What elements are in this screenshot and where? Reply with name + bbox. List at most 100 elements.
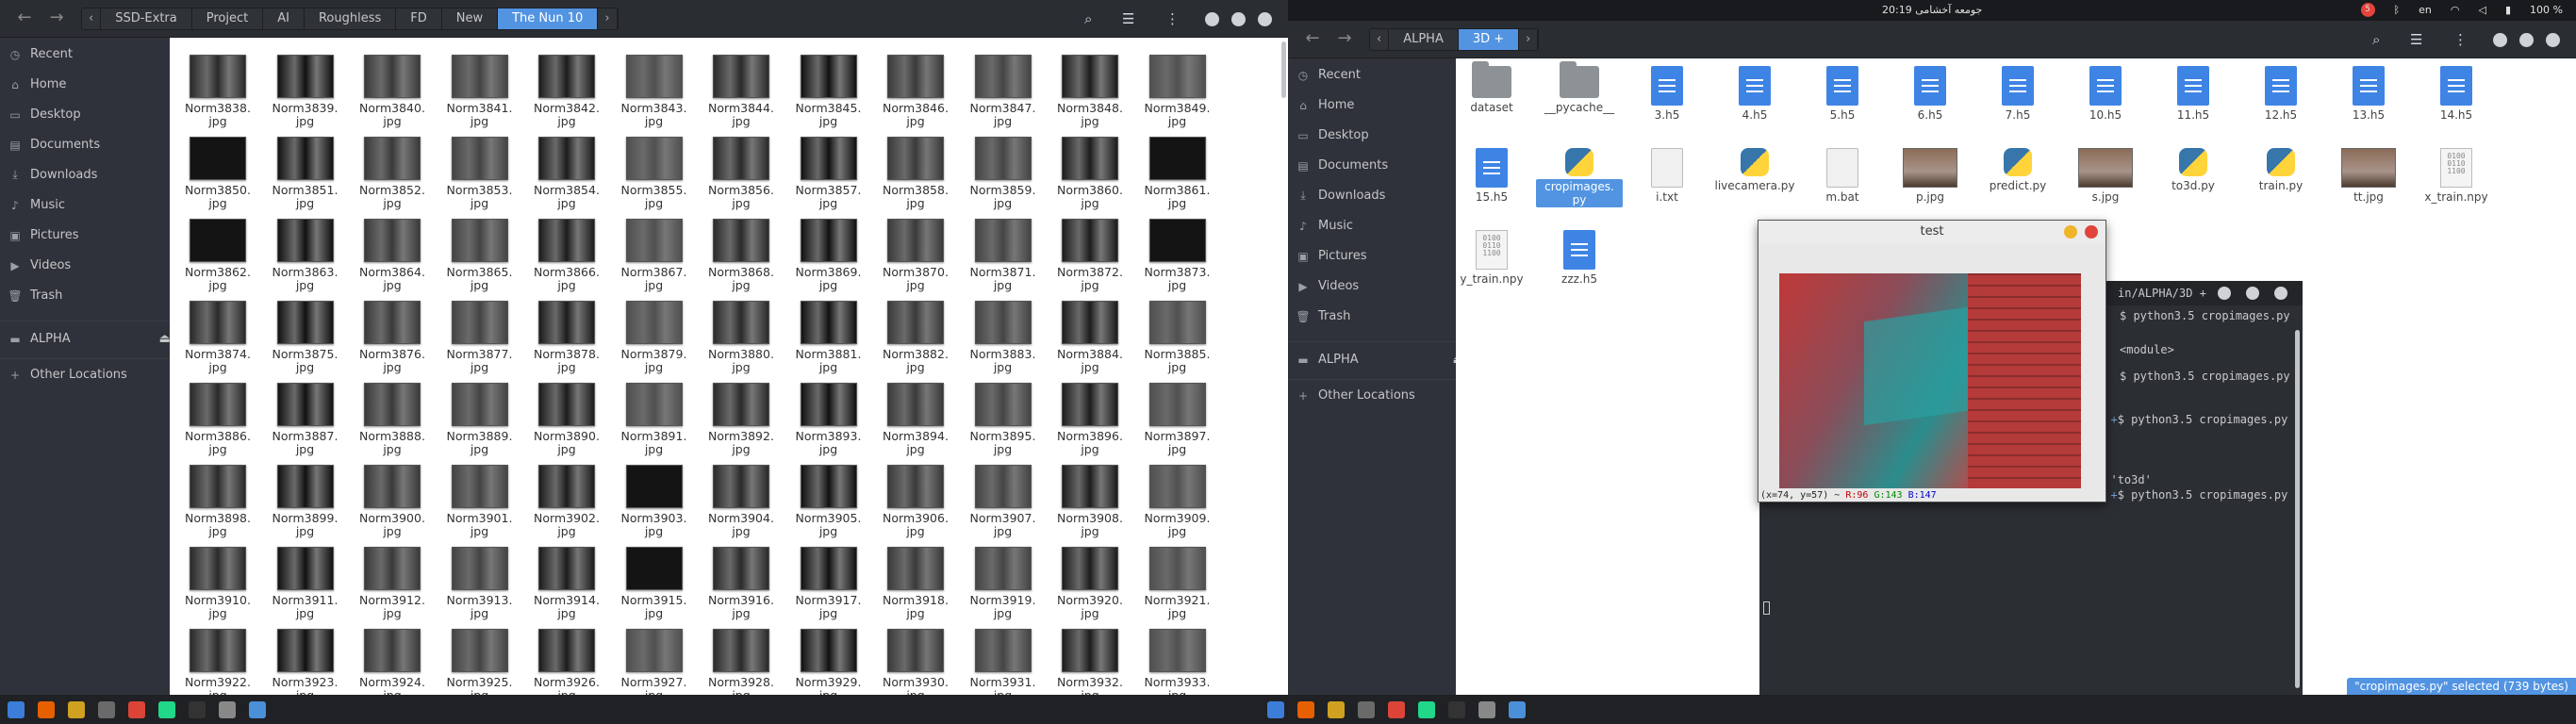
file-item[interactable]: Norm3854. jpg bbox=[523, 137, 610, 218]
sidebar-item-music[interactable]: ♪ Music bbox=[1296, 219, 1353, 233]
file-item[interactable]: Norm3850. jpg bbox=[174, 137, 261, 218]
file-item[interactable]: Norm3852. jpg bbox=[349, 137, 436, 218]
file-item[interactable]: __pycache__ bbox=[1536, 61, 1623, 141]
wifi-icon[interactable]: ◠ bbox=[2451, 4, 2460, 16]
file-item[interactable]: Norm3885. jpg bbox=[1134, 301, 1221, 382]
pycharm-icon[interactable] bbox=[1418, 700, 1435, 718]
firefox-icon[interactable] bbox=[1328, 700, 1345, 718]
file-item[interactable]: Norm3929. jpg bbox=[785, 629, 872, 695]
gear-icon[interactable] bbox=[1478, 700, 1495, 718]
file-item[interactable]: Norm3879. jpg bbox=[611, 301, 698, 382]
file-item[interactable]: Norm3917. jpg bbox=[785, 547, 872, 628]
file-item[interactable]: Norm3872. jpg bbox=[1047, 219, 1133, 300]
file-item[interactable]: Norm3878. jpg bbox=[523, 301, 610, 382]
sidebar-item-videos[interactable]: ▶ Videos bbox=[1296, 279, 1359, 293]
file-item[interactable]: i.txt bbox=[1624, 148, 1710, 223]
file-item[interactable]: Norm3861. jpg bbox=[1134, 137, 1221, 218]
file-item[interactable]: Norm3908. jpg bbox=[1047, 465, 1133, 546]
file-item[interactable]: Norm3897. jpg bbox=[1134, 383, 1221, 464]
file-item[interactable]: 0100 0110 1100 y_train.npy bbox=[1456, 230, 1535, 305]
terminal-icon[interactable] bbox=[189, 700, 206, 718]
file-item[interactable]: Norm3903. jpg bbox=[611, 465, 698, 546]
file-item[interactable]: Norm3839. jpg bbox=[262, 55, 349, 136]
file-item[interactable]: Norm3849. jpg bbox=[1134, 55, 1221, 136]
sidebar-item-home[interactable]: ⌂ Home bbox=[1296, 98, 1354, 112]
test-image-window[interactable]: test (x=74, y=57) ~ R:96 G:143 B:147 bbox=[1758, 220, 2106, 502]
file-item[interactable]: Norm3874. jpg bbox=[174, 301, 261, 382]
sidebar-item-recent[interactable]: ◷ Recent bbox=[1296, 68, 1361, 82]
file-item[interactable]: Norm3912. jpg bbox=[349, 547, 436, 628]
file-item[interactable]: Norm3858. jpg bbox=[872, 137, 959, 218]
file-item[interactable]: Norm3933. jpg bbox=[1134, 629, 1221, 695]
minimize-button[interactable] bbox=[1205, 12, 1219, 26]
file-item[interactable]: Norm3880. jpg bbox=[698, 301, 784, 382]
file-item[interactable]: Norm3875. jpg bbox=[262, 301, 349, 382]
file-item[interactable]: Norm3915. jpg bbox=[611, 547, 698, 628]
maximize-button[interactable] bbox=[2519, 33, 2534, 47]
sidebar-item-downloads[interactable]: ⤓ Downloads bbox=[8, 168, 97, 182]
file-item[interactable]: Norm3902. jpg bbox=[523, 465, 610, 546]
file-item[interactable]: Norm3859. jpg bbox=[960, 137, 1047, 218]
sidebar-item-music[interactable]: ♪ Music bbox=[8, 198, 65, 212]
crumb-scroll-left[interactable]: ‹ bbox=[82, 8, 102, 29]
settings-icon[interactable] bbox=[98, 700, 115, 718]
file-item[interactable]: Norm3884. jpg bbox=[1047, 301, 1133, 382]
file-item[interactable]: Norm3923. jpg bbox=[262, 629, 349, 695]
file-item[interactable]: Norm3932. jpg bbox=[1047, 629, 1133, 695]
file-item[interactable]: Norm3860. jpg bbox=[1047, 137, 1133, 218]
sidebar-item-documents[interactable]: ▤ Documents bbox=[8, 138, 100, 152]
file-item[interactable]: Norm3911. jpg bbox=[262, 547, 349, 628]
terminal-scrollbar[interactable] bbox=[2295, 330, 2300, 688]
file-item[interactable]: 0100 0110 1100 x_train.npy bbox=[2413, 148, 2500, 223]
file-item[interactable]: Norm3868. jpg bbox=[698, 219, 784, 300]
file-item[interactable]: Norm3918. jpg bbox=[872, 547, 959, 628]
file-item[interactable]: Norm3876. jpg bbox=[349, 301, 436, 382]
file-item[interactable]: Norm3846. jpg bbox=[872, 55, 959, 136]
notification-icon[interactable]: 5 bbox=[2360, 3, 2375, 17]
file-item[interactable]: Norm3930. jpg bbox=[872, 629, 959, 695]
file-item[interactable]: Norm3890. jpg bbox=[523, 383, 610, 464]
file-item[interactable]: Norm3916. jpg bbox=[698, 547, 784, 628]
breadcrumb-item[interactable]: The Nun 10 bbox=[498, 8, 599, 29]
file-item[interactable]: Norm3870. jpg bbox=[872, 219, 959, 300]
file-item[interactable]: Norm3866. jpg bbox=[523, 219, 610, 300]
file-item[interactable]: Norm3864. jpg bbox=[349, 219, 436, 300]
file-item[interactable]: cropimages. py bbox=[1536, 148, 1623, 223]
file-item[interactable]: Norm3919. jpg bbox=[960, 547, 1047, 628]
file-item[interactable]: Norm3873. jpg bbox=[1134, 219, 1221, 300]
breadcrumb-item[interactable]: SSD-Extra bbox=[101, 8, 192, 29]
file-item[interactable]: Norm3842. jpg bbox=[523, 55, 610, 136]
minimize-button[interactable] bbox=[2493, 33, 2507, 47]
file-item[interactable]: to3d.py bbox=[2150, 148, 2237, 223]
file-item[interactable]: Norm3921. jpg bbox=[1134, 547, 1221, 628]
file-item[interactable]: Norm3906. jpg bbox=[872, 465, 959, 546]
file-item[interactable]: Norm3925. jpg bbox=[437, 629, 523, 695]
bluetooth-icon[interactable]: ᛒ bbox=[2394, 4, 2401, 16]
view-options-icon[interactable]: ☰ bbox=[1122, 10, 1134, 27]
file-item[interactable]: Norm3856. jpg bbox=[698, 137, 784, 218]
sidebar-item-home[interactable]: ⌂ Home bbox=[8, 77, 66, 91]
gear-icon[interactable] bbox=[219, 700, 236, 718]
breadcrumb-item[interactable]: New bbox=[442, 8, 499, 29]
breadcrumb-item[interactable]: Project bbox=[192, 8, 264, 29]
file-item[interactable]: Norm3899. jpg bbox=[262, 465, 349, 546]
forward-button[interactable]: → bbox=[1331, 29, 1358, 50]
file-item[interactable]: Norm3883. jpg bbox=[960, 301, 1047, 382]
files-icon[interactable] bbox=[1297, 700, 1314, 718]
file-item[interactable]: 12.h5 bbox=[2237, 66, 2324, 141]
back-button[interactable]: ← bbox=[11, 8, 38, 29]
file-item[interactable]: Norm3853. jpg bbox=[437, 137, 523, 218]
file-item[interactable]: m.bat bbox=[1799, 148, 1886, 223]
maximize-button[interactable] bbox=[2246, 287, 2259, 300]
chrome-icon[interactable] bbox=[1388, 700, 1405, 718]
file-item[interactable]: Norm3840. jpg bbox=[349, 55, 436, 136]
file-item[interactable]: s.jpg bbox=[2062, 148, 2149, 223]
file-item[interactable]: Norm3857. jpg bbox=[785, 137, 872, 218]
file-item[interactable]: Norm3889. jpg bbox=[437, 383, 523, 464]
file-item[interactable]: Norm3847. jpg bbox=[960, 55, 1047, 136]
file-item[interactable]: Norm3926. jpg bbox=[523, 629, 610, 695]
file-item[interactable]: Norm3877. jpg bbox=[437, 301, 523, 382]
file-item[interactable]: Norm3843. jpg bbox=[611, 55, 698, 136]
left-scrollbar[interactable] bbox=[1281, 41, 1286, 98]
image-viewer-icon[interactable] bbox=[1509, 700, 1526, 718]
